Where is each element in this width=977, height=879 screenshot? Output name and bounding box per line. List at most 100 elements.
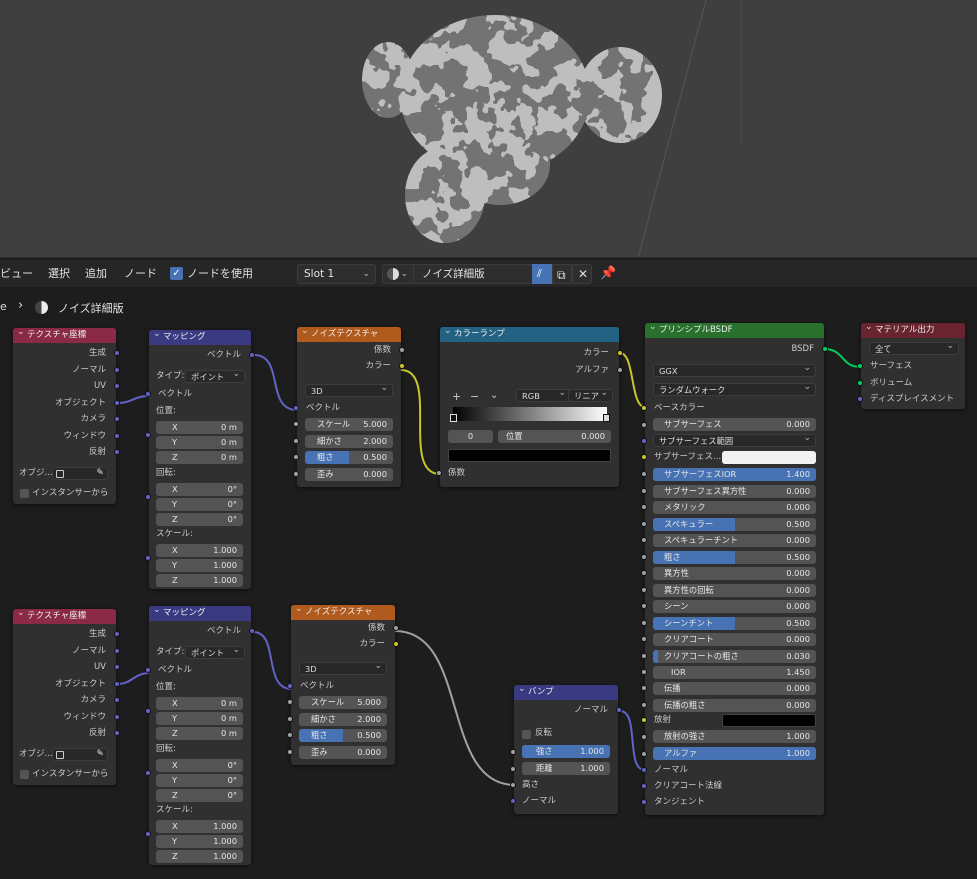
eyedropper-icon[interactable]: ✎ [96, 749, 104, 760]
mapping-scale-socket[interactable] [145, 831, 151, 837]
bump-strength-socket[interactable] [510, 749, 516, 755]
mapping-vector-in-socket[interactable] [145, 667, 151, 673]
3d-viewport[interactable] [0, 0, 977, 258]
mapping-type-dropdown[interactable]: ポイント [185, 646, 245, 659]
bsdf-field2-0[interactable]: 伝播 0.000 [653, 682, 816, 695]
texcoord-node-2-header[interactable]: テクスチャ座標 [13, 606, 116, 624]
material-browse-button[interactable]: ⌄ [382, 264, 414, 284]
noise-field-socket-3[interactable] [287, 748, 293, 755]
bsdf-distribution-dropdown[interactable]: GGX [653, 364, 816, 377]
bsdf-subsurface-radius-dropdown[interactable]: サブサーフェス範囲 [653, 434, 816, 447]
material-name-field[interactable]: ノイズ詳細版 [413, 264, 533, 284]
noise-field-socket-1[interactable] [293, 437, 299, 444]
noise-field-socket-1[interactable] [287, 715, 293, 722]
bsdf-out-socket[interactable] [822, 346, 828, 352]
texcoord-socket-3[interactable] [114, 399, 120, 406]
mapping-rotation-z[interactable]: Z 0° [156, 789, 243, 802]
texcoord-socket-6[interactable] [114, 449, 120, 455]
mapping-rotation-y[interactable]: Y 0° [156, 498, 243, 511]
slot-dropdown[interactable]: Slot 1 ⌄ [297, 264, 376, 284]
object-picker[interactable]: ✎ [52, 467, 108, 480]
noise-color-socket[interactable] [393, 641, 399, 647]
mapping-scale-x[interactable]: X 1.000 [156, 820, 243, 833]
noise-field-3[interactable]: 歪み 0.000 [299, 745, 387, 759]
mapping-location-socket[interactable] [145, 432, 151, 438]
colorramp-node[interactable]: カラーランプカラーアルファ +−⌄ RGBリニア 0 位置 0.000 係数 [436, 324, 623, 487]
mapping-scale-z[interactable]: Z 1.000 [156, 574, 243, 587]
mapping-rotation-y[interactable]: Y 0° [156, 774, 243, 787]
bsdf-field-6[interactable]: 異方性 0.000 [653, 567, 816, 580]
bsdf-field-1[interactable]: サブサーフェス異方性 0.000 [653, 484, 816, 498]
menu-node[interactable]: ノード [124, 260, 157, 288]
mapping-node-2-header[interactable]: マッピング [149, 603, 251, 621]
bsdf-field-11[interactable]: クリアコートの粗さ 0.030 [653, 649, 816, 663]
noise-field-3[interactable]: 歪み 0.000 [305, 467, 393, 481]
bsdf-field-9[interactable]: シーンチント 0.500 [653, 616, 816, 630]
bsdf-field2-socket-0[interactable] [641, 685, 647, 691]
bsdf-field-5[interactable]: 粗さ 0.500 [653, 550, 816, 564]
mapping-location-x[interactable]: X 0 m [156, 697, 243, 710]
noise-node-1-header[interactable]: ノイズテクスチャ [297, 324, 401, 342]
bsdf-field-socket-12[interactable] [641, 669, 647, 675]
bsdf-field-socket-11[interactable] [641, 652, 647, 659]
bsdf-field-socket-0[interactable] [641, 471, 647, 477]
texcoord-socket-4[interactable] [114, 416, 120, 422]
bump-strength-field[interactable]: 強さ 1.000 [522, 745, 610, 758]
pin-icon[interactable]: 📌 [600, 266, 616, 281]
texcoord-socket-2[interactable] [114, 664, 120, 670]
bsdf-tangent-socket[interactable] [641, 799, 647, 805]
bsdf-field-2[interactable]: メタリック 0.000 [653, 501, 816, 514]
noise-dimension-dropdown[interactable]: 3D [305, 384, 393, 397]
ramp-position-field[interactable]: 位置 0.000 [498, 430, 611, 443]
bsdf-field-socket-7[interactable] [641, 586, 647, 593]
bsdf-field-socket-2[interactable] [641, 504, 647, 510]
mapping-location-socket[interactable] [145, 708, 151, 714]
noise-vector-socket[interactable] [287, 683, 293, 689]
bsdf-field-socket-10[interactable] [641, 636, 647, 642]
noise-fac-socket[interactable] [393, 625, 399, 631]
bump-node[interactable]: バンプノーマル反転強さ1.000距離1.000高さノーマル [510, 682, 622, 814]
texcoord-node-1-header[interactable]: テクスチャ座標 [13, 325, 116, 343]
bump-distance-socket[interactable] [510, 766, 516, 772]
bsdf-field-socket-9[interactable] [641, 619, 647, 626]
bsdf-field2-1[interactable]: 伝播の粗さ 0.000 [653, 698, 816, 712]
bsdf-emission-socket[interactable] [641, 717, 647, 723]
bump-distance-field[interactable]: 距離 1.000 [522, 762, 610, 775]
texcoord-socket-2[interactable] [114, 383, 120, 389]
mapping-scale-socket[interactable] [145, 555, 151, 561]
texcoord-socket-1[interactable] [114, 366, 120, 373]
mapping-type-dropdown[interactable]: ポイント [185, 370, 245, 383]
bump-height-socket[interactable] [510, 782, 516, 788]
bsdf-subsurface-field[interactable]: サブサーフェス 0.000 [653, 418, 816, 431]
texcoord-socket-3[interactable] [114, 680, 120, 687]
texcoord-socket-4[interactable] [114, 697, 120, 703]
ramp-add-button[interactable]: + [452, 390, 461, 403]
duplicate-material-button[interactable]: ⧉ [552, 264, 572, 284]
bump-node-header[interactable]: バンプ [514, 682, 618, 700]
noise-field-2[interactable]: 粗さ 0.500 [299, 729, 387, 742]
mapping-scale-y[interactable]: Y 1.000 [156, 559, 243, 572]
ramp-color-socket[interactable] [617, 350, 623, 356]
bump-normal-in-socket[interactable] [510, 798, 516, 804]
noise-vector-socket[interactable] [293, 405, 299, 411]
mapping-scale-x[interactable]: X 1.000 [156, 544, 243, 557]
noise-dimension-dropdown[interactable]: 3D [299, 662, 387, 675]
noise-node-1[interactable]: ノイズテクスチャ係数カラー 3D ベクトルスケール 5.000 細かさ 2.000 粗さ 0.… [293, 324, 405, 487]
menu-view[interactable]: ビュー [0, 260, 33, 288]
noise-field-socket-3[interactable] [293, 470, 299, 477]
bsdf-emission-swatch[interactable] [722, 714, 816, 727]
ramp-stop-black[interactable] [450, 414, 457, 422]
mapping-rotation-z[interactable]: Z 0° [156, 513, 243, 526]
bsdf-normal-socket[interactable] [641, 767, 647, 773]
mapping-vector-out-socket[interactable] [249, 352, 255, 358]
noise-field-socket-2[interactable] [293, 454, 299, 460]
texcoord-node-1[interactable]: テクスチャ座標生成ノーマル UV オブジェクトカメラウィンドウ反射オブジ... ✎ イン… [13, 325, 120, 504]
material-output-node[interactable]: マテリアル出力全てサーフェスボリュームディスプレイスメント [857, 320, 965, 409]
bsdf-field-0[interactable]: サブサーフェスIOR 1.400 [653, 468, 816, 481]
bsdf-field-7[interactable]: 異方性の回転 0.000 [653, 583, 816, 597]
use-nodes-checkbox[interactable]: ✓ [170, 267, 183, 280]
bump-normal-socket[interactable] [616, 707, 622, 713]
output-input-socket-1[interactable] [857, 379, 863, 386]
material-output-node-header[interactable]: マテリアル出力 [861, 320, 965, 338]
bsdf-field2-socket-1[interactable] [641, 701, 647, 708]
